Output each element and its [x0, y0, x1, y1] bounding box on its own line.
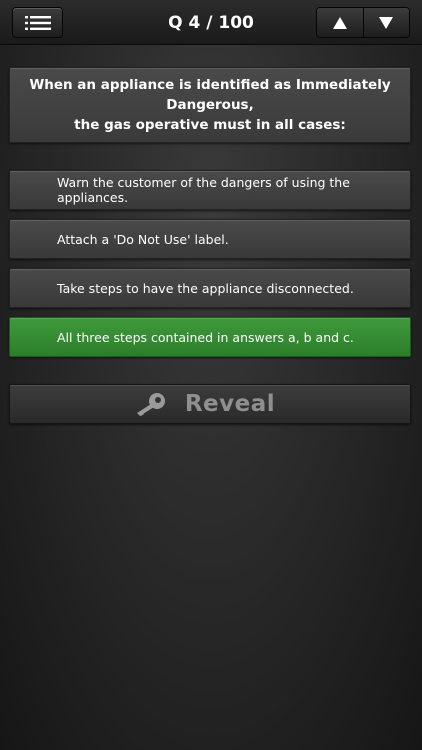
answer-label: Take steps to have the appliance disconn… [57, 280, 354, 296]
top-bar: Q 4 / 100 [0, 0, 422, 45]
menu-button[interactable] [12, 7, 63, 38]
question-line-1: When an appliance is identified as Immed… [29, 77, 391, 113]
question-nav [316, 7, 410, 38]
down-triangle-icon [379, 16, 394, 29]
reveal-button[interactable]: Reveal [9, 384, 411, 424]
key-icon [136, 393, 165, 416]
answer-label: All three steps contained in answers a, … [57, 329, 354, 345]
previous-question-button[interactable] [317, 8, 363, 37]
list-icon [24, 15, 51, 30]
up-triangle-icon [332, 16, 347, 29]
answer-option-b[interactable]: Attach a 'Do Not Use' label. [9, 219, 411, 259]
question-text: When an appliance is identified as Immed… [16, 75, 404, 135]
answer-label: Attach a 'Do Not Use' label. [57, 231, 229, 247]
reveal-content: Reveal [133, 391, 275, 417]
reveal-label: Reveal [184, 391, 276, 417]
answer-option-a[interactable]: Warn the customer of the dangers of usin… [9, 170, 411, 210]
answer-option-c[interactable]: Take steps to have the appliance disconn… [9, 268, 411, 308]
answer-label: Warn the customer of the dangers of usin… [57, 175, 350, 205]
answer-option-d-correct[interactable]: All three steps contained in answers a, … [9, 317, 411, 357]
question-line-2: the gas operative must in all cases: [74, 117, 346, 133]
question-counter: Q 4 / 100 [168, 12, 254, 33]
question-panel: When an appliance is identified as Immed… [9, 67, 411, 143]
next-question-button[interactable] [362, 8, 409, 37]
